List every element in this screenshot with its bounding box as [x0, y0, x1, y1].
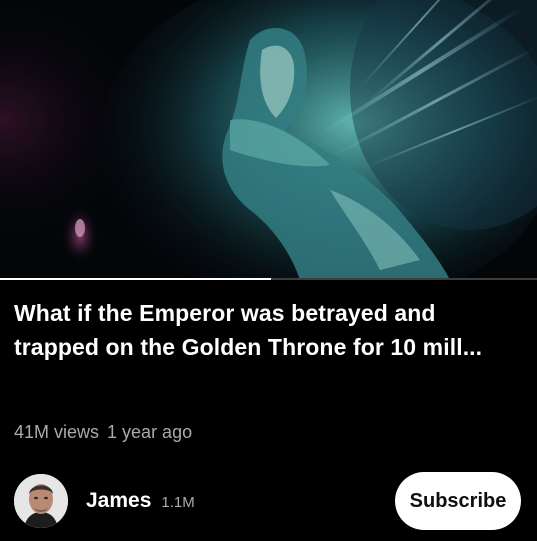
avatar[interactable]	[14, 474, 68, 528]
thumbnail-artwork	[0, 0, 537, 280]
video-title[interactable]: What if the Emperor was betrayed and tra…	[14, 296, 519, 364]
view-count: 41M views	[14, 422, 100, 442]
channel-name[interactable]: James	[86, 489, 151, 513]
subscribe-button[interactable]: Subscribe	[395, 472, 521, 530]
channel-info[interactable]: James 1.1M	[14, 474, 195, 528]
video-meta: 41M views 1 year ago	[14, 422, 192, 443]
subscriber-count: 1.1M	[161, 494, 195, 511]
upload-age: 1 year ago	[107, 422, 193, 442]
avatar-image	[14, 474, 68, 528]
progress-bar[interactable]	[0, 278, 537, 280]
video-thumbnail[interactable]	[0, 0, 537, 280]
progress-played	[0, 278, 272, 280]
